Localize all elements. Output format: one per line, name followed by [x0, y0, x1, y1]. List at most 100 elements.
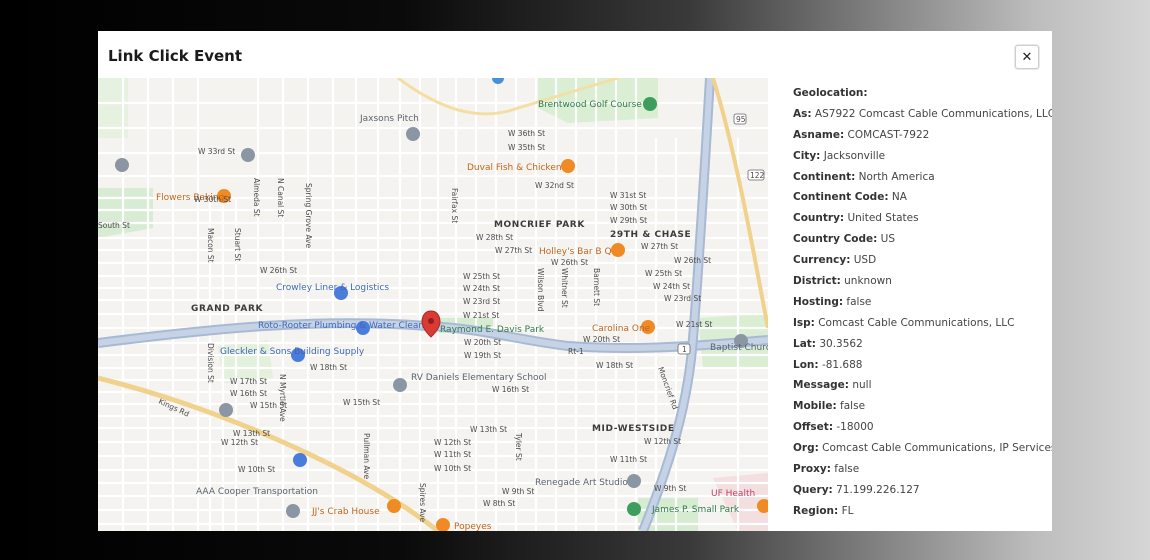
- street-w19th: W 19th St: [464, 351, 501, 360]
- place-duval: Duval Fish & Chicken: [467, 163, 562, 173]
- geolocation-details: Geolocation: As: AS7922 Comcast Cable Co…: [793, 83, 1052, 522]
- detail-row: Isp: Comcast Cable Communications, LLC: [793, 313, 1043, 334]
- modal-title: Link Click Event: [108, 47, 243, 65]
- place-popeyes: Popeyes: [454, 522, 492, 531]
- street-nmyrtle: N Myrtle Ave: [278, 374, 287, 422]
- street-w16th-m: W 16th St: [492, 385, 529, 394]
- street-w23rd-e: W 23rd St: [664, 294, 701, 303]
- detail-row: Country Code: US: [793, 229, 1043, 250]
- detail-key: Offset:: [793, 421, 834, 434]
- street-w30th-e: W 30th St: [610, 203, 647, 212]
- place-roto: Roto-Rooter Plumbing & Water Cleanup: [258, 321, 436, 331]
- street-stuart: Stuart St: [233, 228, 242, 261]
- street-w31st: W 31st St: [610, 191, 646, 200]
- street-springgrove: Spring Grove Ave: [304, 183, 313, 248]
- detail-key: Hosting:: [793, 295, 844, 308]
- detail-row: Continent Code: NA: [793, 187, 1043, 208]
- detail-key: Message:: [793, 379, 849, 392]
- street-almeda: Almeda St: [252, 178, 261, 217]
- street-w35th: W 35th St: [508, 143, 545, 152]
- street-w26th-m: W 26th St: [551, 258, 588, 267]
- street-macon: Macon St: [206, 228, 215, 263]
- detail-value: United States: [847, 212, 919, 225]
- street-w36th: W 36th St: [508, 129, 545, 138]
- detail-row: Offset: -18000: [793, 417, 1043, 438]
- street-tyler: Tyler St: [514, 432, 523, 461]
- shield-1: 1: [682, 345, 687, 354]
- detail-value: -81.688: [821, 358, 863, 371]
- map-view[interactable]: MONCRIEF PARK 29TH & CHASE GRAND PARK MI…: [98, 78, 768, 531]
- detail-row: Proxy: false: [793, 459, 1043, 480]
- place-brentwood: Brentwood Golf Course: [538, 100, 642, 110]
- street-pullman: Pullman Ave: [362, 433, 371, 479]
- street-whitner: Whitner St: [560, 268, 569, 308]
- detail-key: Proxy:: [793, 463, 831, 476]
- detail-key: Region:: [793, 504, 839, 517]
- detail-row: Org: Comcast Cable Communications, IP Se…: [793, 438, 1052, 459]
- street-w23rd: W 23rd St: [463, 297, 500, 306]
- detail-value: false: [834, 463, 860, 476]
- street-south: South St: [98, 221, 130, 230]
- detail-value: false: [840, 400, 866, 413]
- street-w10th: W 10th St: [238, 465, 275, 474]
- street-w28th: W 28th St: [476, 233, 513, 242]
- detail-value: 30.3562: [819, 337, 863, 350]
- street-w29th: W 29th St: [610, 216, 647, 225]
- detail-key: Geolocation:: [793, 87, 868, 99]
- detail-value: Jacksonville: [823, 149, 886, 162]
- street-w12th-m: W 12th St: [434, 438, 471, 447]
- map-canvas: MONCRIEF PARK 29TH & CHASE GRAND PARK MI…: [98, 78, 768, 531]
- detail-row: Lon: -81.688: [793, 355, 1043, 376]
- detail-row: City: Jacksonville: [793, 146, 1043, 167]
- street-w12th-e: W 12th St: [644, 437, 681, 446]
- place-hollys: Holley's Bar B Q: [539, 247, 612, 257]
- detail-key: Currency:: [793, 254, 851, 267]
- street-w33rd: W 33rd St: [198, 147, 235, 156]
- street-rt1: Rt-1: [568, 347, 584, 356]
- street-spires: Spires Ave: [418, 483, 427, 523]
- street-ncanal: N Canal St: [276, 178, 285, 217]
- detail-value: null: [852, 379, 872, 392]
- street-w27th-e: W 27th St: [641, 242, 678, 251]
- detail-key: Country:: [793, 212, 845, 225]
- detail-key: Country Code:: [793, 233, 878, 246]
- detail-key: Lat:: [793, 337, 816, 350]
- detail-value: North America: [858, 170, 935, 183]
- detail-value: 71.199.226.127: [836, 483, 920, 496]
- street-w24th: W 24th St: [463, 284, 500, 293]
- detail-row: Region: FL: [793, 501, 1043, 522]
- street-w25th-e: W 25th St: [645, 269, 682, 278]
- place-raymond: Raymond E. Davis Park: [440, 325, 545, 335]
- place-gleckler: Gleckler & Sons Building Supply: [220, 347, 365, 357]
- street-w9th: W 9th St: [502, 487, 534, 496]
- area-mid-westside: MID-WESTSIDE: [592, 424, 675, 434]
- street-w8th: W 8th St: [483, 499, 515, 508]
- area-29th-chase: 29TH & CHASE: [610, 230, 691, 240]
- street-w11th-e: W 11th St: [610, 455, 647, 464]
- place-jaxsons: Jaxsons Pitch: [359, 114, 419, 124]
- detail-value: false: [846, 295, 872, 308]
- detail-value: US: [880, 233, 896, 246]
- detail-row: Mobile: false: [793, 396, 1043, 417]
- street-w11th: W 11th St: [434, 450, 471, 459]
- detail-key: Asname:: [793, 128, 845, 141]
- street-w25th: W 25th St: [463, 272, 500, 281]
- place-james: James P. Small Park: [651, 505, 740, 515]
- street-w10th-m: W 10th St: [434, 464, 471, 473]
- detail-row: Message: null: [793, 375, 1043, 396]
- shield-95: 95: [736, 115, 746, 124]
- detail-row: Currency: USD: [793, 250, 1043, 271]
- street-barnett: Barnett St: [592, 268, 601, 306]
- area-moncrief-park: MONCRIEF PARK: [494, 220, 585, 230]
- detail-key: Continent Code:: [793, 191, 889, 204]
- place-baptist: Baptist Churc: [710, 343, 768, 353]
- close-icon: ✕: [1021, 49, 1033, 64]
- place-rv-daniels: RV Daniels Elementary School: [411, 373, 547, 383]
- close-button[interactable]: ✕: [1015, 45, 1039, 69]
- street-w18th: W 18th St: [310, 363, 347, 372]
- street-w20th-e: W 20th St: [583, 335, 620, 344]
- detail-value: COMCAST-7922: [847, 128, 930, 141]
- detail-key: District:: [793, 275, 841, 288]
- street-w17th: W 17th St: [230, 377, 267, 386]
- street-w16th: W 16th St: [230, 389, 267, 398]
